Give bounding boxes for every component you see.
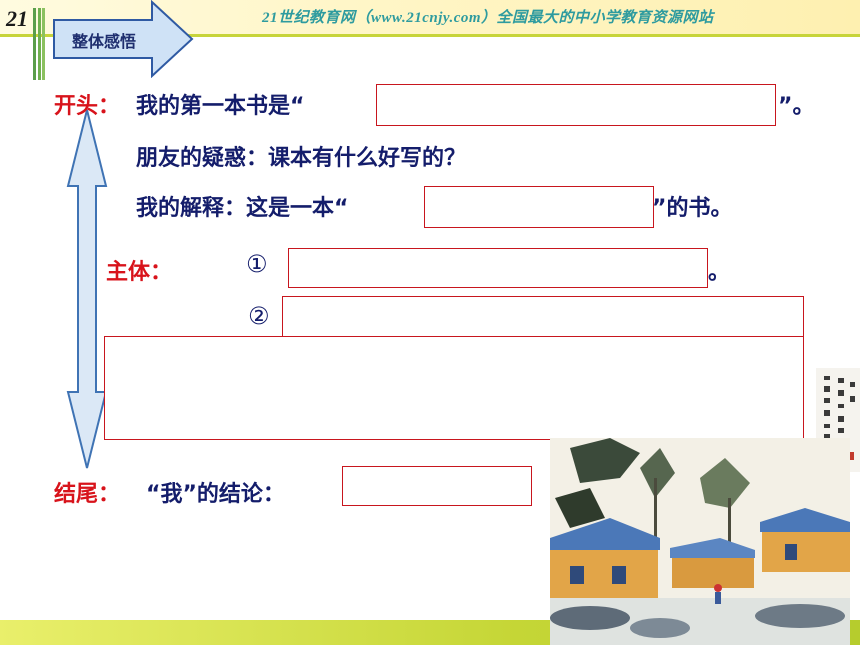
answer-box-item2[interactable] (282, 296, 804, 338)
answer-box-item1[interactable] (288, 248, 708, 288)
ending-label: 结尾： (54, 482, 121, 507)
opening-label: 开头： (54, 94, 121, 119)
decorative-stripes (33, 8, 45, 80)
answer-box-item2-detail[interactable] (104, 336, 804, 440)
village-painting-image (550, 438, 850, 645)
item2-marker: ② (248, 302, 270, 330)
logo-text: 21 (6, 6, 28, 31)
opening-line2: 朋友的疑惑：课本有什么好写的？ (136, 146, 467, 171)
logo: 21 (0, 0, 60, 36)
opening-line1-prefix: 我的第一本书是“ (136, 94, 305, 119)
double-arrow-icon (66, 109, 108, 469)
answer-box-book-kind[interactable] (424, 186, 654, 228)
site-title: 21世纪教育网（www.21cnjy.com）全国最大的中小学教育资源网站 (262, 10, 714, 26)
answer-box-book-title[interactable] (376, 84, 776, 126)
item1-marker: ① (246, 250, 268, 278)
ending-text: “我”的结论： (146, 482, 285, 507)
section-tab-label[interactable]: 整体感悟 (72, 28, 136, 52)
slide: 21世纪教育网（www.21cnjy.com）全国最大的中小学教育资源网站 21… (0, 0, 860, 645)
body-label: 主体： (106, 260, 173, 285)
item1-suffix: 。 (708, 260, 731, 285)
opening-line3-suffix: ”的书。 (652, 196, 733, 221)
answer-box-conclusion[interactable] (342, 466, 532, 506)
opening-line3-prefix: 我的解释：这是一本“ (136, 196, 349, 221)
opening-line1-suffix: ”。 (778, 94, 815, 119)
